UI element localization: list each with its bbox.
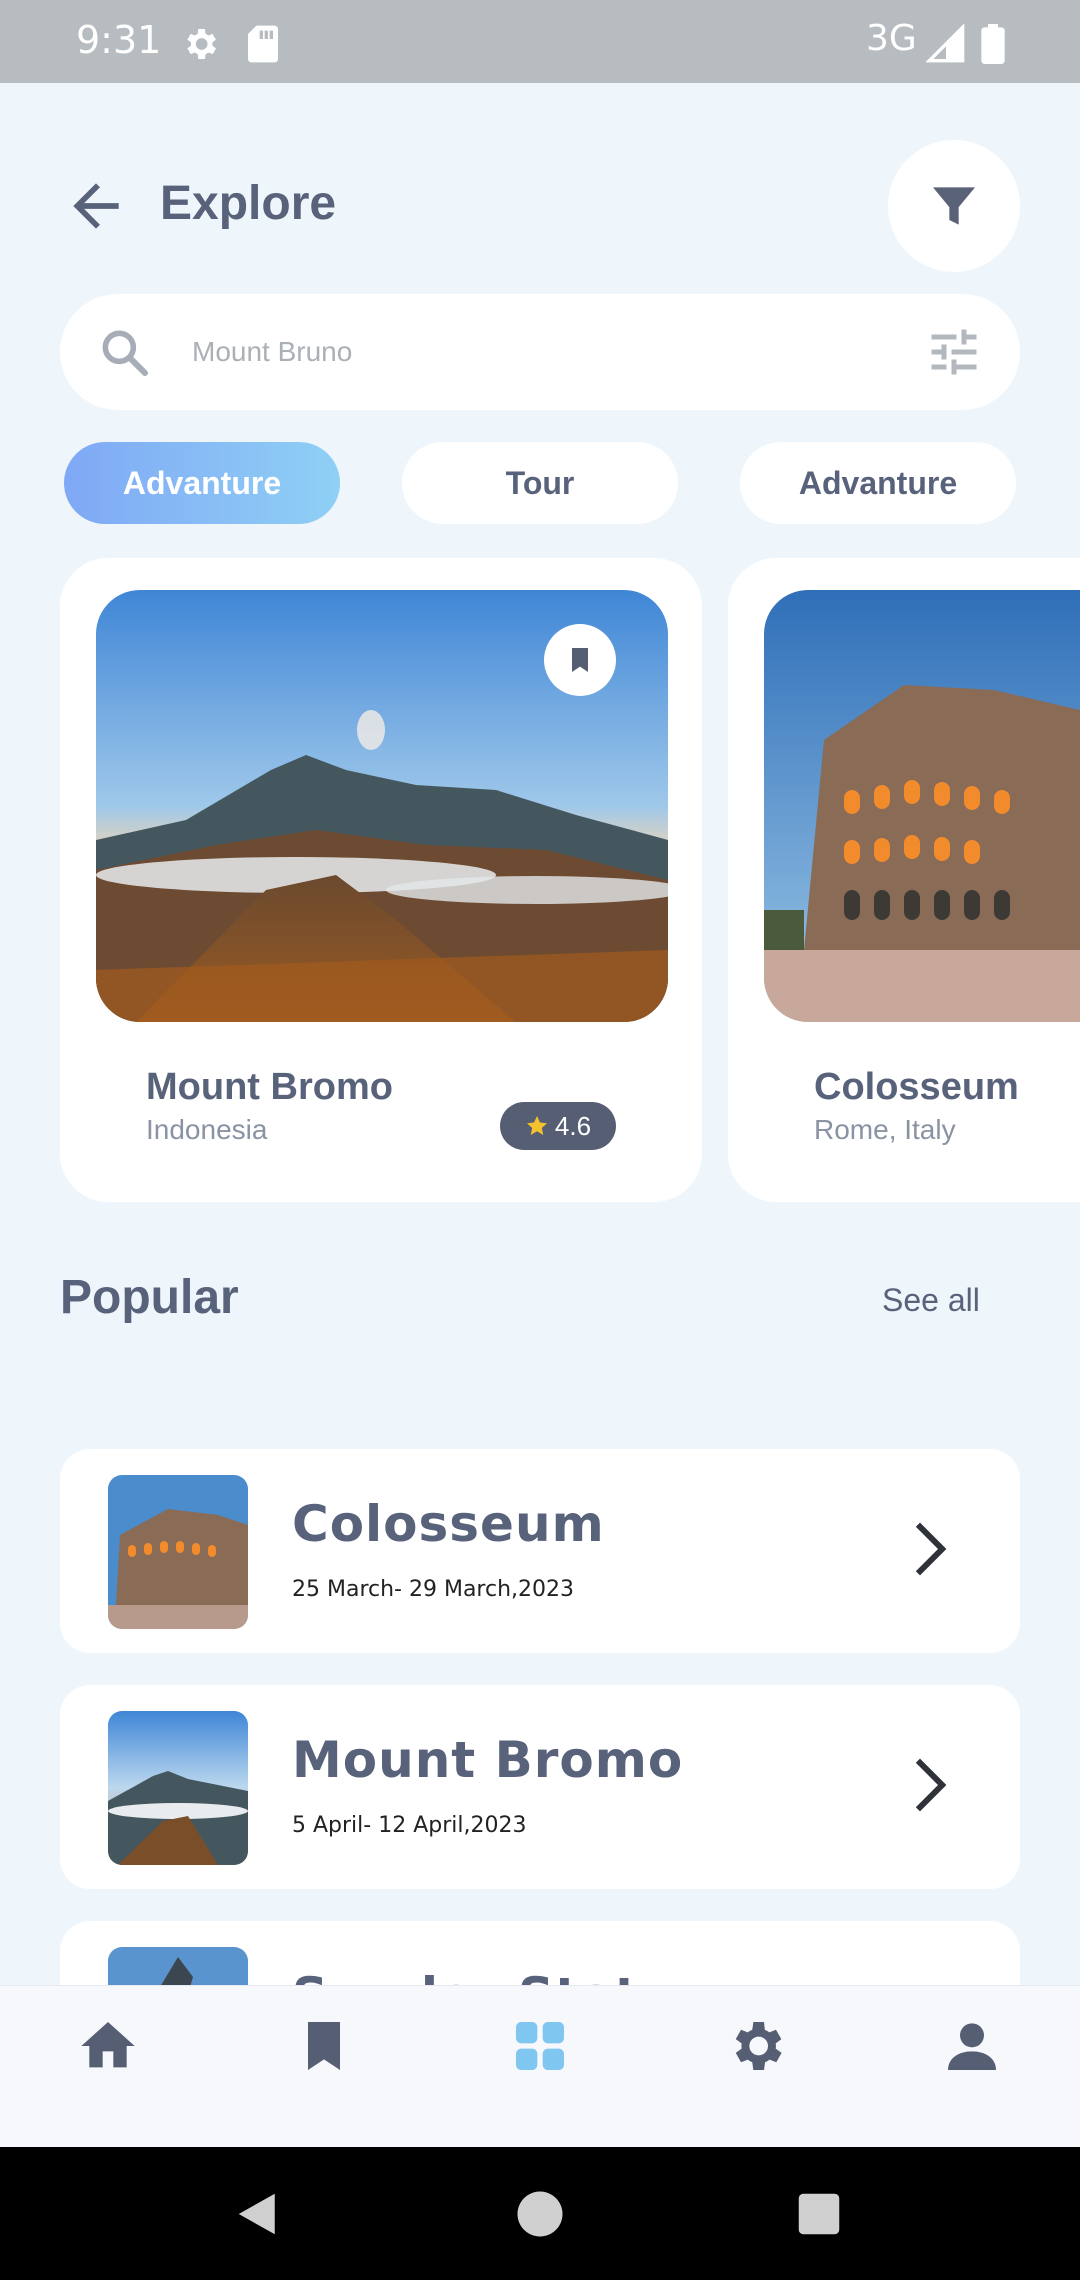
profile-icon (948, 2023, 996, 2070)
home-icon (81, 2022, 135, 2068)
sd-card-icon (246, 24, 280, 69)
system-home-button[interactable] (513, 2187, 567, 2246)
search-bar (60, 294, 1020, 410)
list-item[interactable]: Mount Bromo 5 April- 12 April,2023 (60, 1685, 1020, 1889)
circle-home-icon (517, 2191, 563, 2237)
list-item-dates: 25 March- 29 March,2023 (292, 1577, 575, 1602)
bookmark-button[interactable] (544, 624, 616, 696)
search-icon (96, 324, 152, 385)
section-title-popular: Popular (60, 1271, 239, 1324)
grid-icon (516, 2022, 564, 2070)
settings-icon (735, 2022, 782, 2070)
rating-value: 4.6 (554, 1110, 592, 1141)
destination-card-colosseum[interactable]: Colosseum Rome, Italy (728, 558, 1080, 1202)
nav-profile[interactable] (940, 2014, 1004, 2078)
list-item-dates: 5 April- 12 April,2023 (292, 1813, 527, 1838)
destination-name: Colosseum (814, 1066, 1019, 1108)
system-recents-button[interactable] (792, 2187, 846, 2246)
destination-location: Rome, Italy (814, 1114, 956, 1145)
chip-label: Advanture (122, 464, 282, 501)
chip-label: Advanture (798, 464, 958, 501)
chip-label: Tour (505, 464, 575, 501)
settings-status-icon (180, 24, 220, 69)
status-time: 9:31 (76, 18, 162, 62)
star-icon (526, 1116, 547, 1135)
chip-tour[interactable]: Tour (402, 442, 678, 524)
bookmark-icon (308, 2022, 340, 2070)
chevron-right-icon (890, 1513, 962, 1590)
list-item[interactable]: Colosseum 25 March- 29 March,2023 (60, 1449, 1020, 1653)
status-bar: 9:31 3G (0, 0, 1080, 83)
system-nav-bar (0, 2147, 1080, 2280)
chevron-right-icon (890, 1749, 962, 1826)
tune-icon[interactable] (924, 322, 984, 387)
nav-explore[interactable] (508, 2014, 572, 2078)
filter-button[interactable] (888, 140, 1020, 272)
nav-home[interactable] (76, 2014, 140, 2078)
nav-settings[interactable] (724, 2014, 788, 2078)
back-button[interactable] (62, 172, 130, 240)
destination-name: Mount Bromo (146, 1066, 393, 1108)
square-recents-icon (798, 2193, 840, 2235)
mount-bromo-thumbnail (108, 1711, 248, 1865)
network-type: 3G (866, 18, 917, 59)
chip-advanture-2[interactable]: Advanture (740, 442, 1016, 524)
rating-badge: 4.6 (500, 1102, 616, 1150)
list-item-title: Colosseum (292, 1495, 605, 1553)
bottom-nav (0, 1985, 1080, 2147)
list-item-title: Mount Bromo (292, 1731, 684, 1789)
battery-icon (980, 24, 1006, 69)
chip-advanture[interactable]: Advanture (64, 442, 340, 524)
nav-bookmarks[interactable] (292, 2014, 356, 2078)
see-all-link[interactable]: See all (882, 1282, 980, 1319)
destination-location: Indonesia (146, 1114, 268, 1145)
funnel-icon (933, 187, 975, 225)
colosseum-thumbnail (108, 1475, 248, 1629)
triangle-back-icon (238, 2193, 275, 2235)
colosseum-image (764, 590, 1080, 1022)
bookmark-icon (572, 648, 588, 672)
signal-icon (925, 23, 966, 69)
system-back-button[interactable] (232, 2187, 286, 2246)
arrow-left-icon (73, 183, 119, 229)
search-input[interactable] (192, 324, 832, 380)
page-title: Explore (160, 177, 337, 230)
